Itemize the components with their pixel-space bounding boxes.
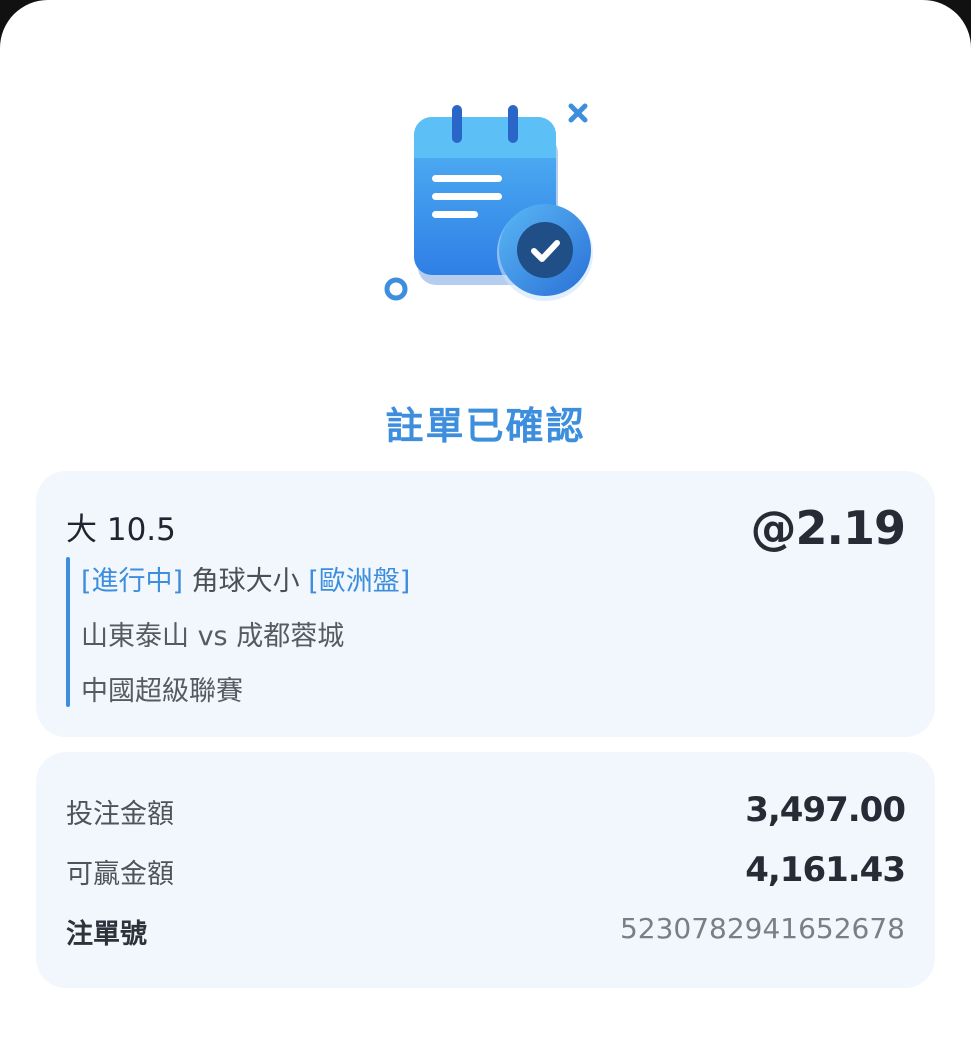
calendar-check-icon	[384, 103, 593, 301]
ticket-number-label: 注單號	[66, 919, 147, 950]
stake-value: 3,497.00	[745, 790, 906, 830]
odds-type-tag: [歐洲盤]	[308, 566, 411, 597]
accent-bar	[66, 557, 70, 707]
potential-win-label: 可贏金額	[66, 859, 174, 890]
ticket-number-row: 注單號 5230782941652678	[66, 912, 905, 952]
bet-detail-card: 大 10.5 @2.19 [進行中] 角球大小 [歐洲盤] 山東泰山 vs 成都…	[36, 471, 935, 737]
potential-win-value: 4,161.43	[745, 850, 906, 890]
bet-selection: 大 10.5	[66, 512, 176, 548]
match-name: 山東泰山 vs 成都蓉城	[81, 621, 345, 652]
confirmation-title: 註單已確認	[385, 404, 586, 448]
market-name: 角球大小	[183, 566, 309, 597]
ticket-number-value[interactable]: 5230782941652678	[620, 912, 905, 945]
potential-win-row: 可贏金額 4,161.43	[66, 850, 906, 892]
bet-confirmation-sheet: 註單已確認 大 10.5 @2.19 [進行中] 角球大小 [歐洲盤] 山東泰山…	[0, 0, 971, 1040]
market-line: [進行中] 角球大小 [歐洲盤]	[81, 559, 410, 598]
status-tag: [進行中]	[81, 566, 184, 597]
bet-odds: @2.19	[750, 501, 906, 555]
stake-row: 投注金額 3,497.00	[66, 790, 906, 832]
bet-summary-card: 投注金額 3,497.00 可贏金額 4,161.43 注單號 52307829…	[36, 752, 935, 988]
stake-label: 投注金額	[66, 799, 174, 830]
league-name: 中國超級聯賽	[81, 676, 243, 707]
